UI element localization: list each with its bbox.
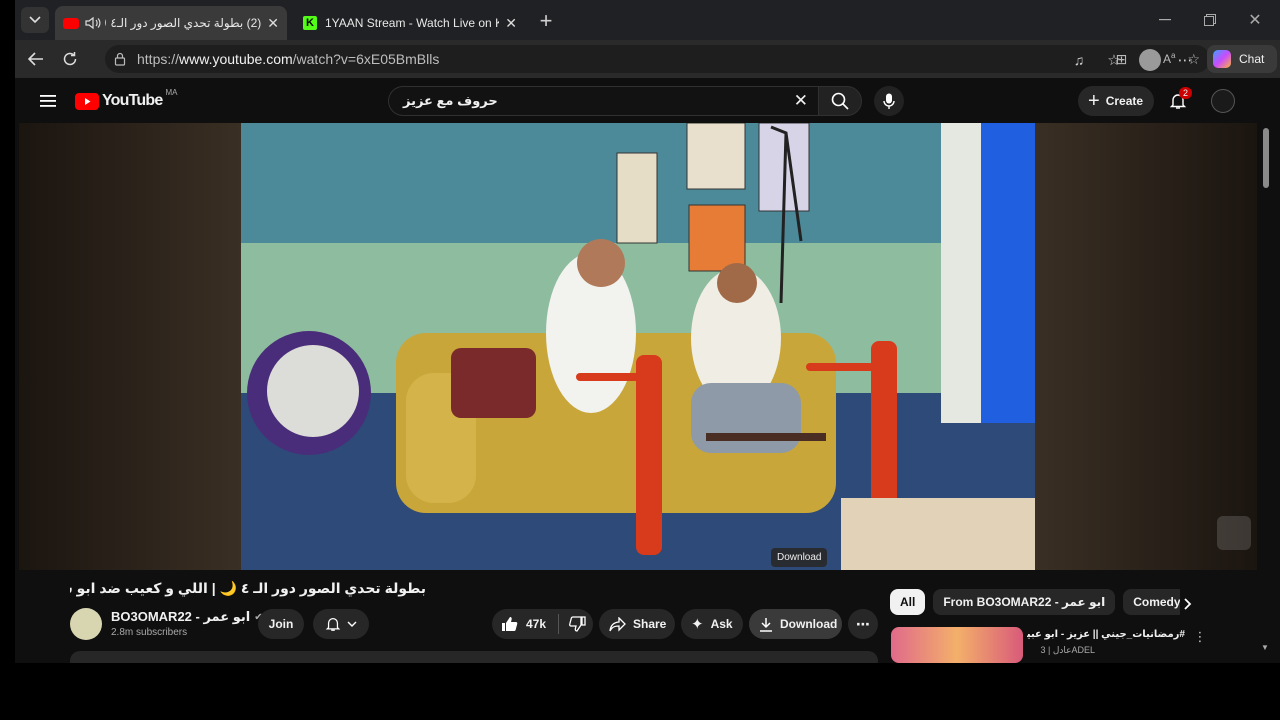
like-dislike-group: 47k [492, 609, 593, 639]
download-button[interactable]: Download [749, 609, 842, 639]
microphone-icon [883, 93, 895, 109]
description-box[interactable] [70, 651, 878, 663]
share-button[interactable]: Share [599, 609, 675, 639]
chips-next-icon[interactable] [1177, 593, 1199, 615]
channel-name-text: BO3OMAR22 - ابو عمر [111, 609, 251, 624]
like-count: 47k [526, 617, 547, 631]
ask-label: Ask [710, 617, 733, 631]
download-tooltip: Download [771, 548, 828, 567]
youtube-page: YouTube MA حروف مع عزيز ✕ + Create 2 Dow… [15, 78, 1280, 663]
copilot-chat-button[interactable]: Chat [1207, 45, 1277, 73]
tab-close-icon[interactable]: ✕ [267, 15, 279, 32]
menu-icon[interactable] [37, 90, 59, 112]
ask-button[interactable]: ✦ Ask [681, 609, 743, 639]
plus-icon: + [1088, 90, 1100, 112]
clear-search-icon[interactable]: ✕ [794, 91, 808, 111]
tab-kick[interactable]: K 1YAAN Stream - Watch Live on Kick ✕ [295, 6, 525, 40]
chip-all[interactable]: All [890, 589, 926, 615]
browser-essentials-icon[interactable]: ♫ [1067, 48, 1091, 72]
thumbs-down-icon [569, 616, 586, 632]
youtube-play-logo-icon [75, 92, 99, 110]
chat-label: Chat [1239, 52, 1265, 66]
video-title: بطولة تحدي الصور دور الـ ٤ 🌙 | اللي و كع… [70, 580, 426, 596]
chip-comedy[interactable]: Comedy [1123, 589, 1180, 615]
search-button[interactable] [818, 86, 862, 116]
chip-from-channel[interactable]: From BO3OMAR22 - ابو عمر [933, 589, 1116, 615]
create-label: Create [1105, 94, 1144, 108]
kick-favicon-icon: K [303, 16, 317, 30]
like-button[interactable]: 47k [501, 616, 546, 632]
search-input[interactable]: حروف مع عزيز [403, 93, 498, 109]
recommendation-thumbnail[interactable] [891, 627, 1023, 663]
region-code: MA [165, 87, 178, 97]
join-label: Join [268, 617, 294, 631]
profile-avatar-icon[interactable] [1139, 49, 1161, 71]
recommendation-title[interactable]: #رمضانيات_جيني || عزيز - ابو عبير 🌙 [1027, 629, 1185, 640]
notification-count-badge: 2 [1179, 87, 1193, 99]
back-arrow-icon[interactable] [23, 46, 49, 72]
subscriber-count: 2.8m subscribers [111, 627, 188, 638]
recommendation-menu-icon[interactable]: ⋮ [1193, 629, 1207, 645]
voice-search-button[interactable] [874, 86, 904, 116]
video-player[interactable]: Download [19, 123, 1257, 570]
tab-list-button[interactable] [21, 7, 49, 33]
account-avatar[interactable] [1211, 89, 1235, 113]
logo-text: YouTube [102, 92, 163, 109]
recommendation-channel[interactable]: عادل | 3ADEL [1027, 645, 1095, 656]
join-button[interactable]: Join [258, 609, 304, 639]
url-prefix: https:// [137, 51, 180, 67]
close-window-icon[interactable]: ✕ [1235, 8, 1275, 32]
url-path: /watch?v=6xE05BmBlls [292, 51, 440, 67]
browser-toolbar: https://www.youtube.com/watch?v=6xE05BmB… [15, 40, 1280, 78]
youtube-favicon-icon [63, 17, 79, 29]
dislike-button[interactable] [569, 616, 586, 632]
new-tab-icon[interactable]: + [533, 8, 559, 34]
tab-close-icon[interactable]: ✕ [505, 15, 517, 32]
bell-icon [325, 618, 341, 631]
tab-title: (2) بطولة تحدي الصور دور الـ٤ 🌙 [105, 16, 262, 30]
video-scene-image [241, 123, 1035, 570]
address-bar[interactable]: https://www.youtube.com/watch?v=6xE05BmB… [105, 45, 1210, 73]
minimize-icon[interactable] [1145, 8, 1185, 32]
copilot-icon [1213, 50, 1231, 68]
favorites-icon[interactable]: ☆ [1102, 48, 1126, 72]
restore-icon[interactable] [1190, 8, 1230, 32]
tab-title: 1YAAN Stream - Watch Live on Kick [325, 16, 500, 30]
create-button[interactable]: + Create [1078, 86, 1154, 116]
sparkle-icon: ✦ [691, 616, 704, 633]
channel-avatar[interactable] [70, 608, 102, 640]
speaker-icon[interactable] [85, 16, 101, 30]
scrollbar-thumb[interactable] [1263, 128, 1269, 188]
page-scrollbar[interactable]: ▼ [1261, 123, 1271, 658]
search-icon [831, 92, 849, 110]
reload-icon[interactable] [57, 46, 83, 72]
share-icon [609, 616, 626, 632]
tab-youtube[interactable]: (2) بطولة تحدي الصور دور الـ٤ 🌙 ✕ [55, 6, 287, 40]
channel-name[interactable]: BO3OMAR22 - ابو عمر ✔ [111, 609, 263, 625]
more-options-icon[interactable]: ⋯ [1173, 48, 1197, 72]
youtube-logo[interactable]: YouTube MA [75, 88, 177, 110]
subscribed-notification-button[interactable] [313, 609, 369, 639]
channel-watermark-icon[interactable] [1217, 516, 1251, 550]
download-label: Download [780, 617, 838, 631]
chevron-down-icon [347, 621, 357, 627]
scroll-down-arrow-icon[interactable]: ▼ [1261, 643, 1269, 652]
notifications-button[interactable]: 2 [1167, 87, 1193, 114]
share-label: Share [633, 617, 667, 631]
url-domain: www.youtube.com [179, 51, 293, 67]
video-frame [241, 123, 1035, 570]
download-icon [760, 617, 772, 632]
lock-icon [114, 52, 126, 66]
thumbs-up-icon [502, 617, 518, 631]
more-actions-icon[interactable]: ⋯ [848, 609, 878, 639]
search-box: حروف مع عزيز ✕ [388, 86, 818, 116]
chevron-down-icon [29, 16, 41, 24]
browser-tab-bar: (2) بطولة تحدي الصور دور الـ٤ 🌙 ✕ K 1YAA… [15, 0, 1280, 40]
related-filter-chips: All From BO3OMAR22 - ابو عمر Comedy R [890, 589, 1180, 615]
